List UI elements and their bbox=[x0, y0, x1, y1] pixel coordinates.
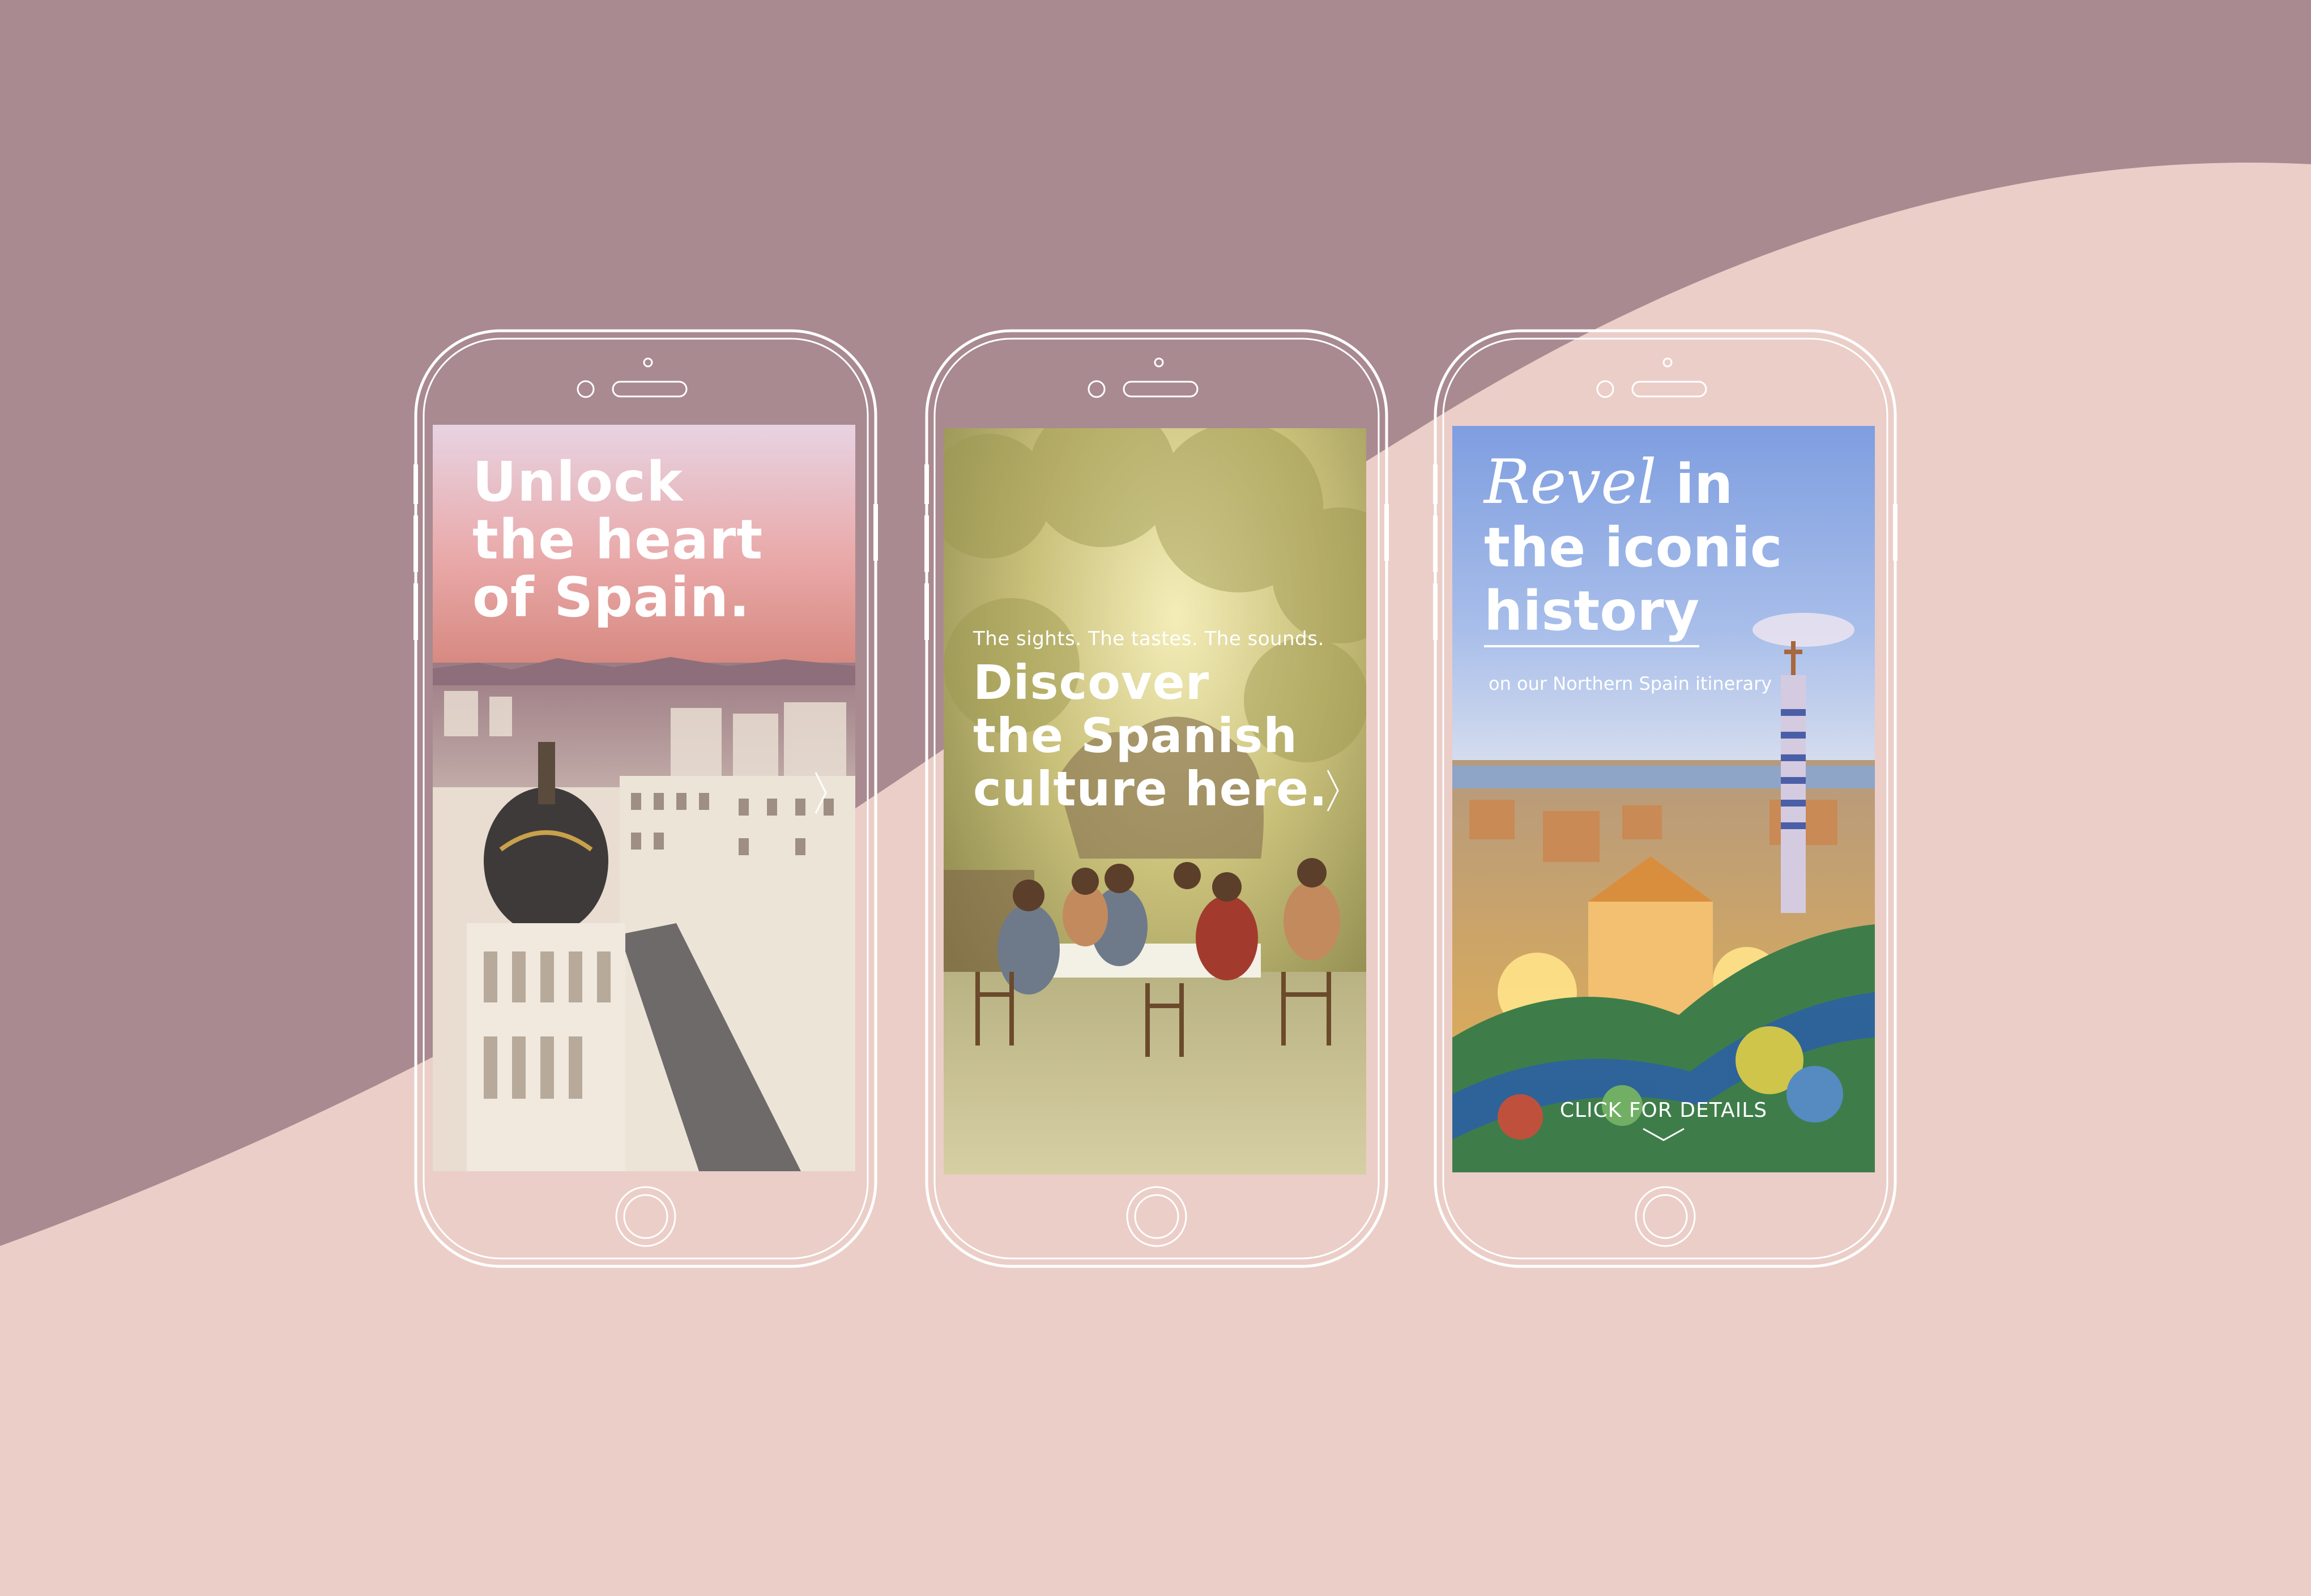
screen-culture[interactable]: The sights. The tastes. The sounds. Disc… bbox=[944, 428, 1366, 1175]
headline-line: the heart bbox=[472, 508, 764, 571]
headline-line: history bbox=[1484, 579, 1700, 647]
headline-line: the Spanish bbox=[973, 708, 1298, 763]
headline-line: of Spain. bbox=[472, 566, 751, 629]
phone-mockup-1: Unlock the heart of Spain. bbox=[413, 328, 878, 1269]
screen-madrid[interactable]: Unlock the heart of Spain. bbox=[433, 425, 855, 1171]
screen-barcelona[interactable]: Revel in the iconic history on our North… bbox=[1452, 426, 1875, 1172]
click-for-details-button[interactable]: CLICK FOR DETAILS bbox=[1452, 1099, 1875, 1145]
headline-line: Discover bbox=[973, 655, 1210, 710]
headline: Revel in the iconic history bbox=[1484, 451, 1783, 647]
headline: Unlock the heart of Spain. bbox=[472, 453, 763, 626]
kicker-text: The sights. The tastes. The sounds. bbox=[973, 628, 1324, 650]
chevron-right-icon[interactable] bbox=[1324, 768, 1341, 813]
headline-line: culture here. bbox=[973, 761, 1328, 817]
headline-line: Revel in bbox=[1484, 451, 1783, 517]
headline: Discover the Spanish culture here. bbox=[973, 656, 1328, 816]
cta-label: CLICK FOR DETAILS bbox=[1559, 1099, 1768, 1122]
headline-word: in bbox=[1675, 453, 1733, 516]
phone-mockup-3: Revel in the iconic history on our North… bbox=[1433, 328, 1898, 1269]
headline-line: the iconic bbox=[1484, 516, 1783, 579]
headline-script-word: Revel bbox=[1484, 447, 1657, 518]
chevron-right-icon[interactable] bbox=[812, 770, 829, 816]
phone-mockup-2: The sights. The tastes. The sounds. Disc… bbox=[924, 328, 1389, 1269]
headline-line: Unlock bbox=[472, 450, 683, 514]
subline-text: on our Northern Spain itinerary bbox=[1489, 673, 1772, 694]
chevron-down-icon bbox=[1643, 1128, 1685, 1141]
